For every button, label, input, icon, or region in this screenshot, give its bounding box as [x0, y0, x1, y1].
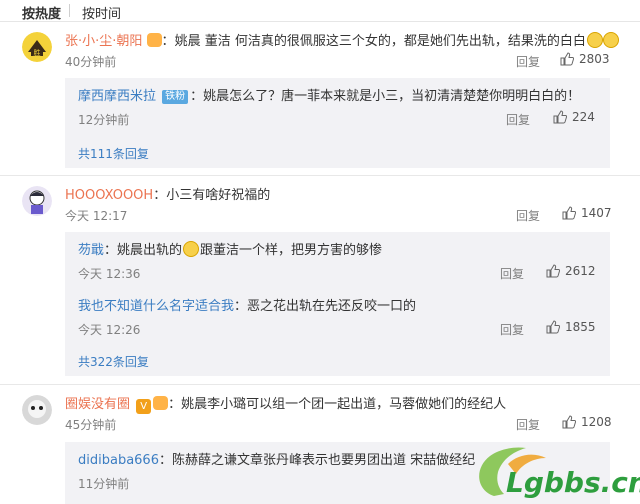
reply-time: 12分钟前: [78, 113, 130, 127]
like-count: 2803: [579, 52, 610, 66]
smile-emoji-icon: [602, 32, 619, 48]
like-count: 1855: [565, 320, 596, 334]
reply-time: 11分钟前: [78, 477, 130, 491]
reply-button[interactable]: 回复: [500, 321, 524, 338]
comment-text-line: 圈娱没有圈 V ：姚晨李小璐可以组一个团一起出道，马蓉做她们的经纪人: [65, 396, 507, 414]
comment-time: 今天 12:17: [65, 209, 128, 223]
sort-bar: 按热度 按时间: [0, 0, 640, 22]
avatar[interactable]: [22, 186, 52, 216]
comment-username[interactable]: 张·小·尘·朝阳: [65, 34, 142, 49]
vip-icon: [146, 33, 162, 47]
comment-text: 姚晨李小璐可以组一个团一起出道，马蓉做她们的经纪人: [181, 397, 507, 412]
thumbs-up-icon: [562, 206, 577, 220]
comment-username[interactable]: HOOOXOOOH: [65, 188, 153, 203]
reply-text-cont: 跟董洁一个样，把男方害的够惨: [200, 243, 383, 258]
more-replies-link[interactable]: 共111条回复: [78, 145, 149, 162]
comment-username[interactable]: 圈娱没有圈: [65, 397, 130, 412]
like-count: 2612: [565, 264, 596, 278]
hug-emoji-icon: [183, 241, 200, 257]
sort-divider: [69, 4, 70, 17]
site-watermark: Lgbbs.cn: [468, 440, 640, 504]
reply-username[interactable]: 芴戢: [78, 243, 104, 258]
smile-emoji-icon: [586, 32, 603, 48]
reply-button[interactable]: 回复: [500, 265, 524, 282]
fan-badge: 铁粉: [162, 90, 189, 104]
thumbs-up-icon: [553, 110, 568, 124]
thumbs-up-icon: [546, 320, 561, 334]
reply-button[interactable]: 回复: [516, 53, 540, 70]
watermark-text: Lgbbs.cn: [506, 466, 640, 499]
reply-text: 恶之花出轨在先还反咬一口的: [247, 299, 417, 314]
like-button[interactable]: 224: [553, 110, 595, 124]
vip-icon: [153, 396, 169, 410]
divider: [0, 175, 640, 176]
comment-2: HOOOXOOOH：小三有啥好祝福的 今天 12:17 回复 1407 芴戢：姚…: [0, 180, 640, 380]
reply-text-line: didibaba666：陈赫薛之谦文章张丹峰表示也要男团出道 宋喆做经纪: [78, 453, 476, 468]
svg-text:胜: 胜: [34, 48, 41, 57]
comment-text-line: 张·小·尘·朝阳 ：姚晨 董洁 何洁真的很佩服这三个女的，都是她们先出轨，结果洗…: [65, 30, 619, 49]
reply-username[interactable]: didibaba666: [78, 453, 159, 468]
reply-box: 摩西摩西米拉 铁粉 ：姚晨怎么了？唐一菲本来就是小三，当初清清楚楚你明明白白的！ …: [65, 78, 610, 168]
reply-text-line: 芴戢：姚晨出轨的 跟董洁一个样，把男方害的够惨: [78, 241, 383, 258]
thumbs-up-icon: [562, 415, 577, 429]
reply-text: 姚晨出轨的: [117, 243, 183, 258]
comment-text: 小三有啥好祝福的: [166, 188, 271, 203]
reply-username[interactable]: 我也不知道什么名字适合我: [78, 299, 234, 314]
comment-time: 45分钟前: [65, 418, 117, 432]
like-button[interactable]: 1855: [546, 320, 596, 334]
avatar[interactable]: [22, 395, 52, 425]
reply-button[interactable]: 回复: [516, 207, 540, 224]
reply-time: 今天 12:36: [78, 267, 141, 281]
comment-text: 姚晨 董洁 何洁真的很佩服这三个女的，都是她们先出轨，结果洗的白白: [174, 34, 586, 49]
reply-time: 今天 12:26: [78, 323, 141, 337]
like-button[interactable]: 1407: [562, 206, 612, 220]
comment-1: 胜 张·小·尘·朝阳 ：姚晨 董洁 何洁真的很佩服这三个女的，都是她们先出轨，结…: [0, 26, 640, 170]
reply-box: 芴戢：姚晨出轨的 跟董洁一个样，把男方害的够惨 今天 12:36 回复 2612 …: [65, 232, 610, 376]
thumbs-up-icon: [560, 52, 575, 66]
like-button[interactable]: 1208: [562, 415, 612, 429]
reply-text: 陈赫薛之谦文章张丹峰表示也要男团出道 宋喆做经纪: [172, 453, 476, 468]
reply-username[interactable]: 摩西摩西米拉: [78, 89, 156, 104]
avatar[interactable]: 胜: [22, 32, 52, 62]
comment-text-line: HOOOXOOOH：小三有啥好祝福的: [65, 188, 271, 203]
reply-text-line: 摩西摩西米拉 铁粉 ：姚晨怎么了？唐一菲本来就是小三，当初清清楚楚你明明白白的！: [78, 89, 581, 104]
verified-v-icon: V: [136, 399, 152, 414]
divider: [0, 384, 640, 385]
like-count: 1407: [581, 206, 612, 220]
like-count: 224: [572, 110, 595, 124]
like-button[interactable]: 2612: [546, 264, 596, 278]
sort-by-time-tab[interactable]: 按时间: [82, 3, 121, 22]
sort-by-hot-tab[interactable]: 按热度: [22, 3, 61, 22]
reply-text: 姚晨怎么了？唐一菲本来就是小三，当初清清楚楚你明明白白的！: [203, 89, 581, 104]
more-replies-link[interactable]: 共322条回复: [78, 353, 149, 370]
like-button[interactable]: 2803: [560, 52, 610, 66]
like-count: 1208: [581, 415, 612, 429]
thumbs-up-icon: [546, 264, 561, 278]
reply-button[interactable]: 回复: [516, 416, 540, 433]
reply-text-line: 我也不知道什么名字适合我：恶之花出轨在先还反咬一口的: [78, 299, 417, 314]
comment-time: 40分钟前: [65, 55, 117, 69]
reply-button[interactable]: 回复: [506, 111, 530, 128]
